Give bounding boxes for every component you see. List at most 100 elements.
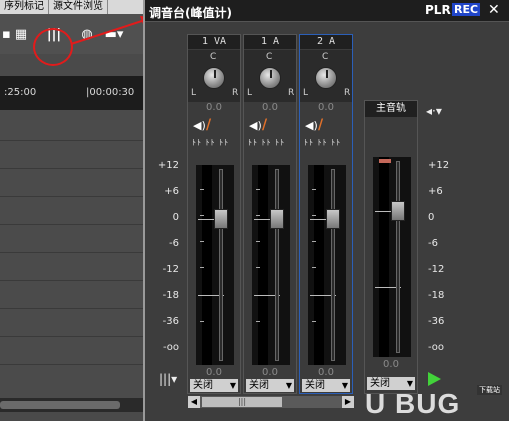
channel-controls: ◀) / ﾄﾄ ﾄﾄ ﾄﾄ bbox=[302, 117, 352, 151]
rec-button[interactable]: REC bbox=[452, 3, 481, 16]
pan-value: 0.0 bbox=[318, 102, 334, 113]
meter-strip bbox=[202, 165, 212, 365]
channel-strip-2a: 2 A C L R 0.0 ◀) / ﾄﾄ ﾄﾄ ﾄﾄ 0.0 关闭 ▼ bbox=[299, 34, 353, 394]
output-dropdown[interactable]: 关闭 ▼ bbox=[302, 379, 350, 392]
chevron-down-icon: ▼ bbox=[229, 381, 236, 390]
effects-row[interactable]: ﾄﾄ ﾄﾄ ﾄﾄ bbox=[192, 137, 229, 148]
track-divider bbox=[0, 196, 143, 197]
fader-track[interactable] bbox=[275, 169, 279, 361]
volume-value: 0.0 bbox=[318, 367, 334, 378]
screen: 序列标记 源文件浏览 ▪ ▦ ||| ◍ ▬▾ :25:00 |00:00:30 bbox=[0, 0, 509, 421]
channel-name: 2 A bbox=[300, 35, 352, 49]
timeline-scrollbar[interactable] bbox=[0, 398, 143, 412]
meter-tick bbox=[312, 321, 316, 322]
volume-fader[interactable] bbox=[326, 209, 340, 229]
pan-knob[interactable] bbox=[203, 67, 225, 89]
ruler-label: |00:00:30 bbox=[86, 87, 135, 98]
channel-name: 1 A bbox=[244, 35, 296, 49]
pan-knob[interactable] bbox=[259, 67, 281, 89]
meter-tick bbox=[312, 189, 316, 190]
volume-fader[interactable] bbox=[270, 209, 284, 229]
meter-tick bbox=[312, 215, 316, 216]
meter-strip bbox=[258, 165, 268, 365]
scale-label: +6 bbox=[428, 186, 443, 197]
speaker-icon[interactable]: ◀) bbox=[305, 119, 318, 132]
play-icon[interactable] bbox=[428, 372, 441, 386]
scale-label: -12 bbox=[162, 264, 179, 275]
level-meter bbox=[252, 165, 290, 365]
effects-row[interactable]: ﾄﾄ ﾄﾄ ﾄﾄ bbox=[248, 137, 285, 148]
output-dropdown[interactable]: 关闭 ▼ bbox=[190, 379, 238, 392]
watermark-sub: 下载站 bbox=[477, 385, 502, 395]
output-dropdown[interactable]: 关闭 ▼ bbox=[246, 379, 294, 392]
scale-label: -12 bbox=[428, 264, 445, 275]
pan-value: 0.0 bbox=[262, 102, 278, 113]
mixer-scrollbar[interactable]: ◀ ||| ▶ bbox=[188, 396, 354, 408]
meter-tick bbox=[200, 241, 204, 242]
plr-label: PLR bbox=[425, 3, 451, 17]
track-divider bbox=[0, 252, 143, 253]
mute-icon[interactable]: / bbox=[318, 117, 323, 133]
track-divider bbox=[0, 364, 143, 365]
scale-label: -18 bbox=[162, 290, 179, 301]
fader-track[interactable] bbox=[396, 161, 400, 353]
pan-left-label: L bbox=[191, 88, 197, 98]
mute-icon[interactable]: / bbox=[262, 117, 267, 133]
pan-right-label: R bbox=[288, 88, 295, 98]
time-ruler[interactable]: :25:00 |00:00:30 bbox=[0, 76, 143, 110]
speaker-icon[interactable]: ◀) bbox=[249, 119, 262, 132]
meter-mode-icon[interactable]: |||▾ bbox=[159, 372, 177, 386]
track-divider bbox=[0, 224, 143, 225]
close-icon[interactable]: ✕ bbox=[488, 2, 500, 18]
volume-fader[interactable] bbox=[214, 209, 228, 229]
master-channel-name: 主音轨 bbox=[365, 101, 417, 117]
fader-track[interactable] bbox=[219, 169, 223, 361]
scale-label: -6 bbox=[428, 238, 438, 249]
master-level-meter bbox=[373, 157, 411, 357]
fader-track[interactable] bbox=[331, 169, 335, 361]
timeline-pane: 序列标记 源文件浏览 ▪ ▦ ||| ◍ ▬▾ :25:00 |00:00:30 bbox=[0, 0, 143, 421]
scrollbar-thumb[interactable]: ||| bbox=[202, 397, 282, 407]
ruler-label: :25:00 bbox=[4, 87, 37, 98]
pan-control: C L R bbox=[244, 50, 296, 102]
scale-label: +12 bbox=[428, 160, 450, 171]
channel-strip-1va: 1 VA C L R 0.0 ◀) / ﾄﾄ ﾄﾄ ﾄﾄ 0.0 关闭 ▼ bbox=[187, 34, 241, 394]
scale-label: +6 bbox=[164, 186, 179, 197]
scroll-right-icon[interactable]: ▶ bbox=[342, 396, 354, 408]
scroll-left-icon[interactable]: ◀ bbox=[188, 396, 200, 408]
watermark-logo: U BUG bbox=[365, 388, 461, 419]
tab-sequence-marker[interactable]: 序列标记 bbox=[0, 0, 49, 14]
mixer-title-bar[interactable]: 调音台(峰值计) PLR REC ✕ bbox=[145, 0, 509, 22]
level-meter bbox=[196, 165, 234, 365]
meter-strip bbox=[314, 165, 324, 365]
volume-value: 0.0 bbox=[206, 367, 222, 378]
master-volume-fader[interactable] bbox=[391, 201, 405, 221]
chevron-down-icon: ▼ bbox=[341, 381, 348, 390]
track-divider bbox=[0, 280, 143, 281]
output-dropdown-label: 关闭 bbox=[305, 380, 325, 391]
chevron-down-icon: ▼ bbox=[285, 381, 292, 390]
meter-tick bbox=[200, 215, 204, 216]
pan-center-label: C bbox=[266, 52, 273, 62]
mute-icon[interactable]: / bbox=[206, 117, 211, 133]
speaker-icon[interactable]: ◀) bbox=[193, 119, 206, 132]
pan-right-label: R bbox=[232, 88, 239, 98]
grid-icon[interactable]: ▦ bbox=[12, 26, 30, 44]
pan-control: C L R bbox=[300, 50, 352, 102]
scale-label: 0 bbox=[172, 212, 179, 223]
effects-row[interactable]: ﾄﾄ ﾄﾄ ﾄﾄ bbox=[304, 137, 341, 148]
scale-label: -36 bbox=[162, 316, 179, 327]
scale-label: 0 bbox=[428, 212, 435, 223]
meter-tick bbox=[312, 241, 316, 242]
speaker-mode-icon[interactable]: ◂·▾ bbox=[426, 104, 442, 118]
scrollbar-thumb[interactable] bbox=[0, 401, 120, 409]
track-divider bbox=[0, 336, 143, 337]
track-area[interactable] bbox=[0, 110, 143, 400]
list-icon[interactable]: ▪ bbox=[2, 26, 11, 44]
meter-tick bbox=[200, 267, 204, 268]
channel-controls: ◀) / ﾄﾄ ﾄﾄ ﾄﾄ bbox=[190, 117, 240, 151]
master-volume-value: 0.0 bbox=[383, 359, 399, 370]
pan-knob[interactable] bbox=[315, 67, 337, 89]
track-divider bbox=[0, 168, 143, 169]
pan-center-label: C bbox=[210, 52, 217, 62]
